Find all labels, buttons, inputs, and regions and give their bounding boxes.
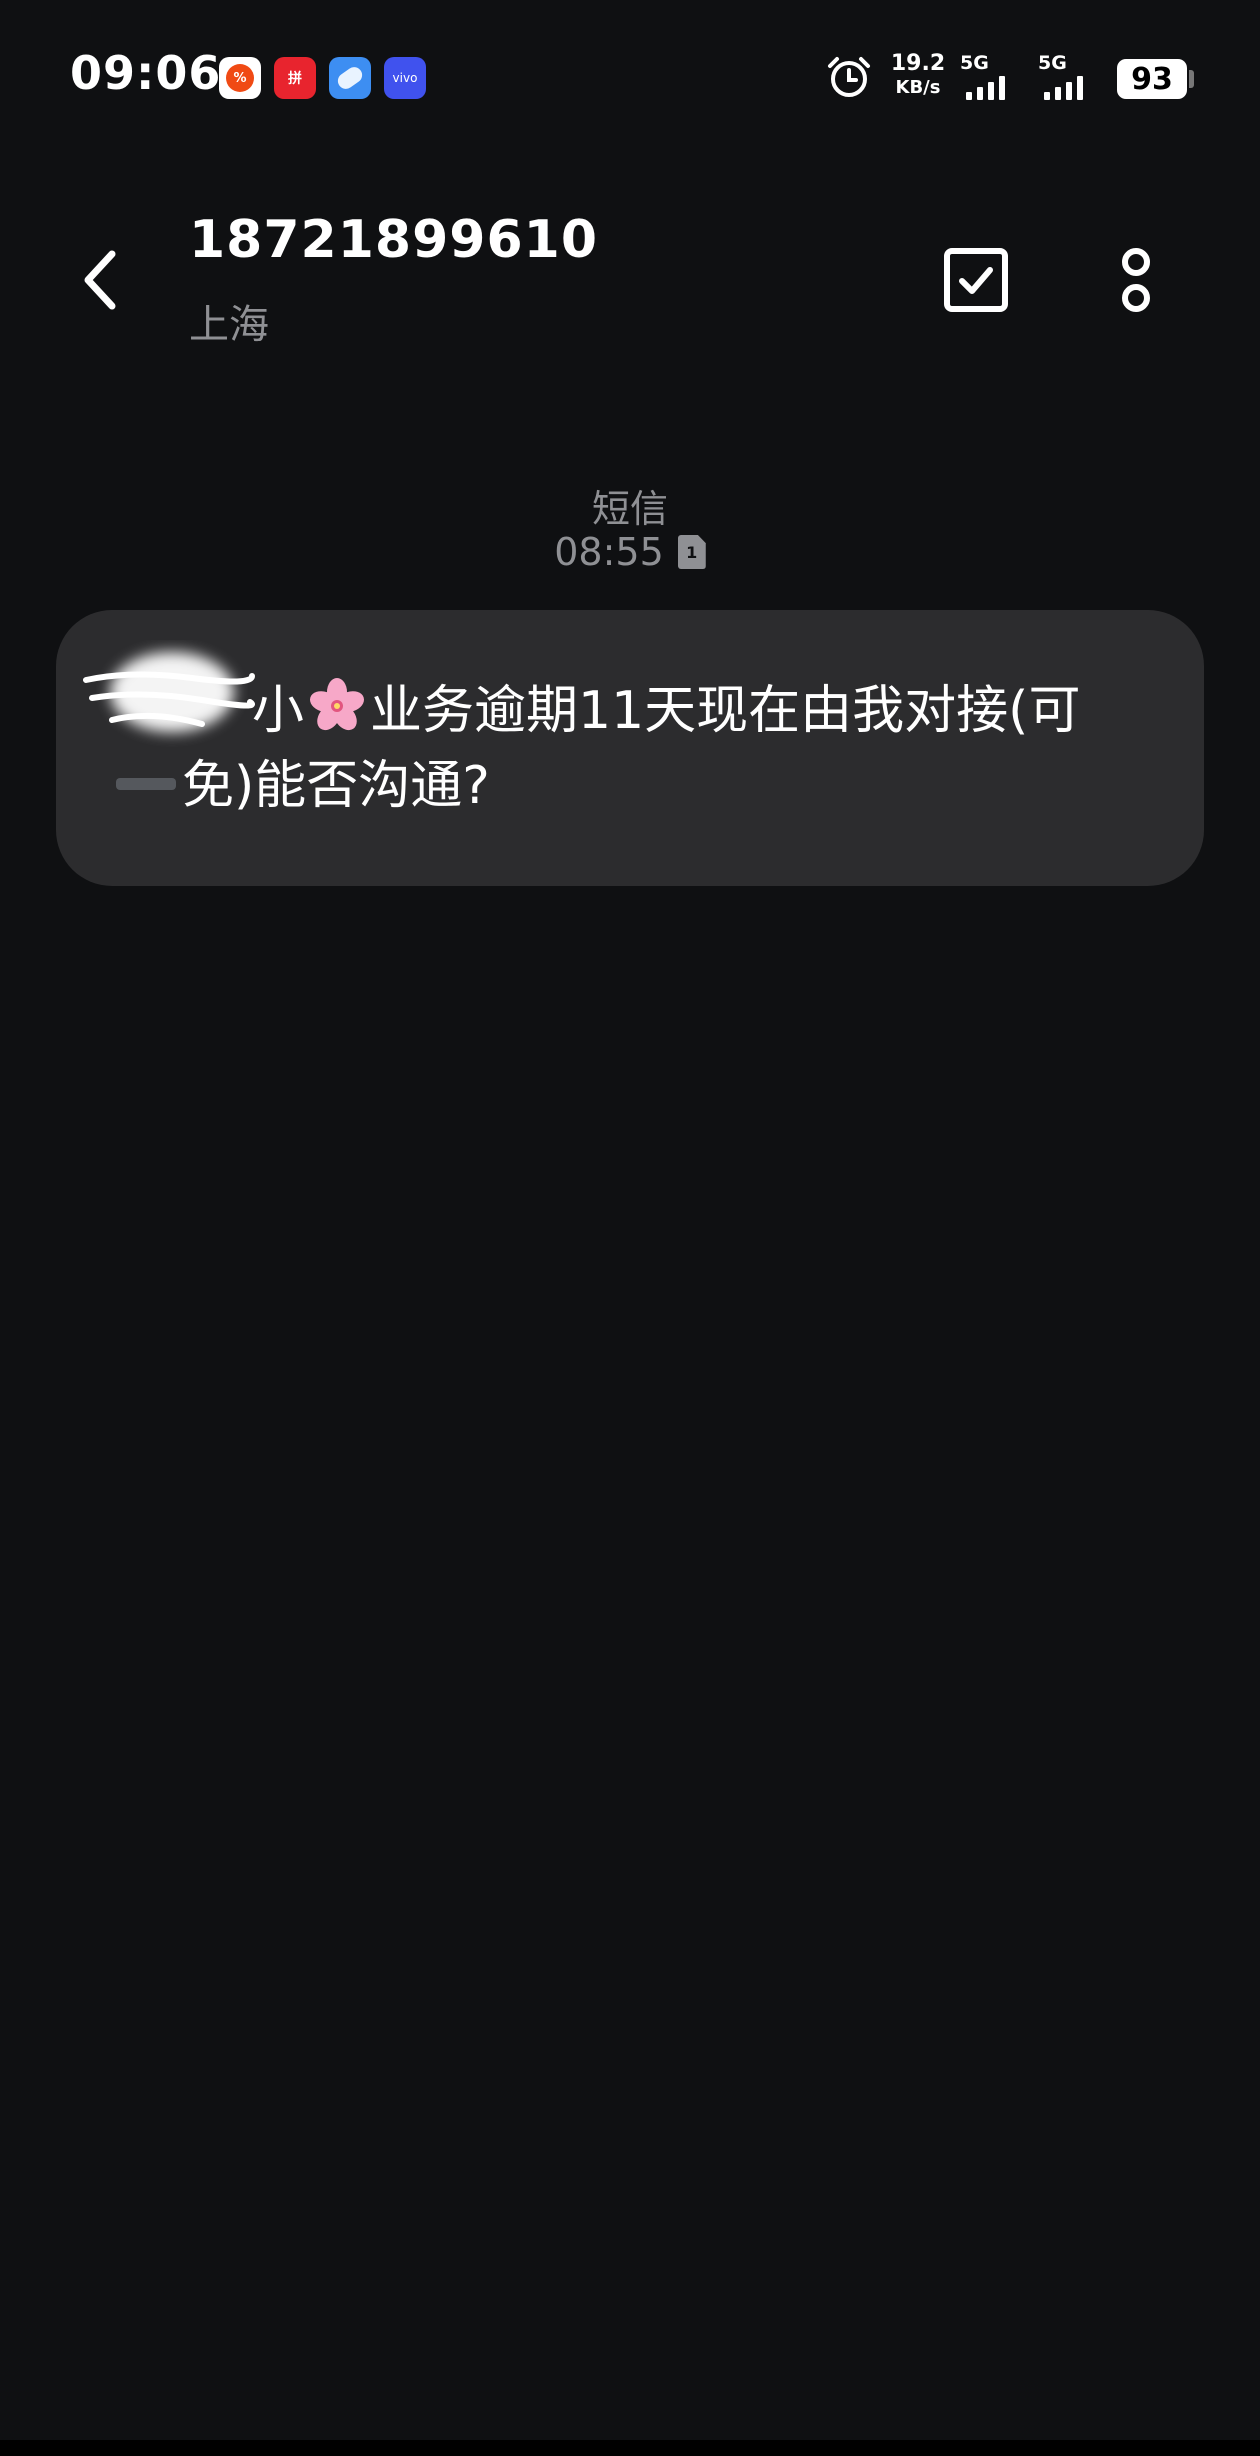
status-time: 09:06 [70,46,222,100]
signal-sim2: 5G [1038,52,1108,102]
more-vertical-icon [1122,248,1150,312]
network-speed-unit: KB/s [895,77,941,98]
contact-number: 18721899610 [189,210,598,270]
browser-icon [329,57,371,99]
sim-card-icon: 1 [677,535,706,569]
kuaishou-icon-label: % [226,64,254,92]
message-time: 08:55 [554,530,664,574]
signal-sim1-label: 5G [960,52,989,74]
cherry-blossom-emoji [306,678,368,734]
battery-level: 93 [1131,61,1173,97]
pinduoduo-icon-label: 拼 [288,71,302,87]
select-messages-button[interactable] [938,242,1014,318]
alarm-clock-icon [828,57,870,97]
message-text-part: 业务逾期11天现在由我对接(可 [370,681,1081,741]
redaction-bar [116,778,176,790]
signal-sim2-label: 5G [1038,52,1067,74]
contact-location: 上海 [189,302,269,348]
vivo-icon: vivo [384,57,426,99]
navigation-bar-edge [0,2440,1260,2456]
message-bubble[interactable]: 小 业务逾期11天现在由我对接(可 免)能否沟通? [56,610,1204,886]
back-button[interactable] [70,240,130,320]
signal-bars-icon [966,76,1005,100]
redaction-scribble [83,652,255,732]
message-text-line-1: 小 业务逾期11天现在由我对接(可 [252,678,1080,743]
network-speed-value: 19.2 [890,51,946,76]
battery-tip [1189,70,1194,88]
signal-sim1: 5G [960,52,1030,102]
more-options-button[interactable] [1106,240,1166,320]
vivo-icon-label: vivo [392,71,418,85]
signal-bars-icon [1044,76,1083,100]
message-type-label: 短信 [591,487,668,531]
kuaishou-icon: % [219,57,261,99]
checkbox-icon [944,248,1008,312]
network-speed: 19.2 KB/s [888,52,948,100]
sim-slot-number: 1 [686,542,698,562]
message-timestamp-row: 08:55 1 [0,530,1260,574]
status-bar: 09:06 % 拼 vivo 19.2 KB/s 5G 5G 93 [0,0,1260,150]
pinduoduo-icon: 拼 [274,57,316,99]
chevron-left-icon [84,250,116,310]
message-text-line-2: 免)能否沟通? [182,756,490,816]
battery-indicator: 93 [1117,59,1187,99]
message-text-part: 小 [252,681,305,741]
